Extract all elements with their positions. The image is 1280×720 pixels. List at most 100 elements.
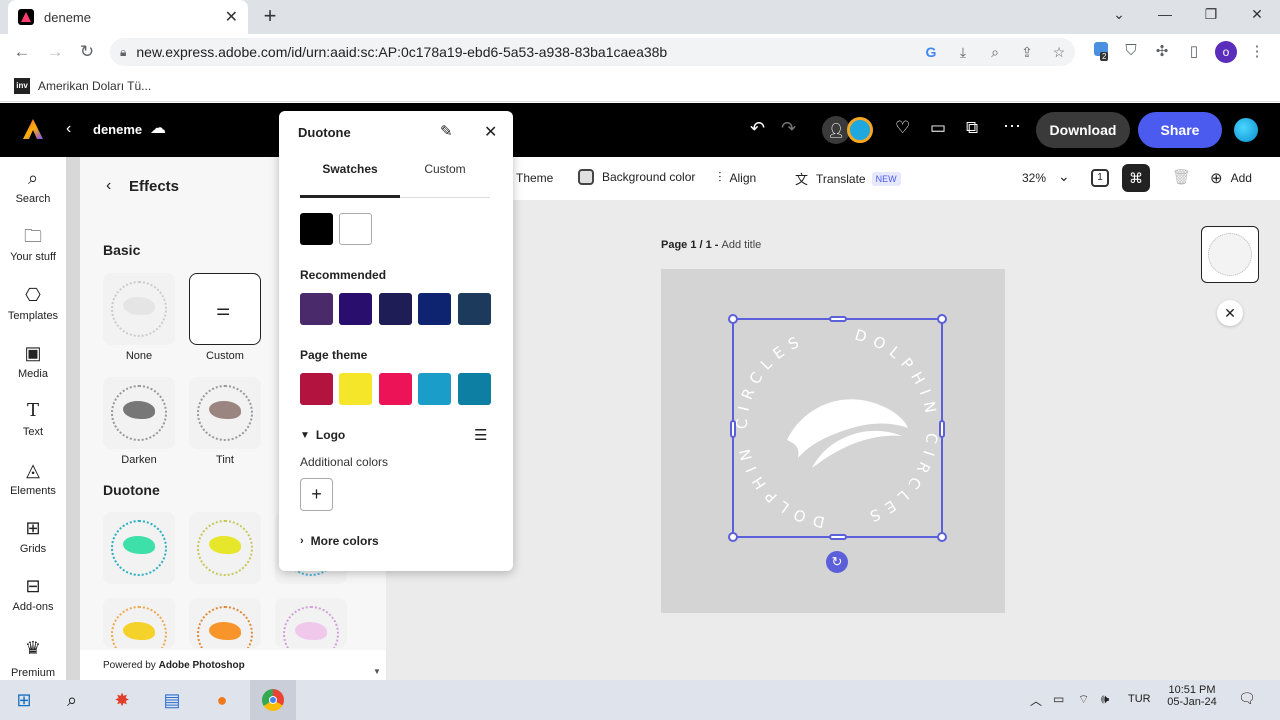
page-count-icon[interactable]: 1	[1091, 169, 1109, 187]
layout-toggle-icon[interactable]: ⌘	[1122, 164, 1150, 192]
tab-search-icon[interactable]: ⌄	[1104, 6, 1134, 28]
swatch-page-theme[interactable]	[300, 373, 333, 405]
scroll-down-icon[interactable]: ▼	[373, 667, 381, 676]
redo-icon[interactable]: ↷	[781, 118, 796, 139]
clock[interactable]: 10:51 PM 05-Jan-24	[1163, 684, 1221, 708]
resize-handle[interactable]	[939, 420, 945, 438]
eyedropper-icon[interactable]: ✎	[440, 122, 453, 140]
download-button[interactable]: Download	[1036, 112, 1130, 148]
swatch-recommended[interactable]	[458, 293, 491, 325]
swatch-page-theme[interactable]	[418, 373, 451, 405]
forward-icon[interactable]: →	[42, 39, 68, 65]
rail-premium[interactable]: ♛ Premium	[0, 637, 66, 679]
puzzle-icon[interactable]: ✣	[1151, 42, 1173, 64]
trash-icon[interactable]: 🗑︎	[1172, 168, 1191, 186]
notes-app-icon[interactable]: ▤	[158, 686, 186, 714]
resize-handle[interactable]	[829, 316, 847, 322]
swatch-page-theme[interactable]	[339, 373, 372, 405]
comment-icon[interactable]: ▭	[930, 118, 946, 138]
duotone-thumb-gold[interactable]	[103, 598, 175, 648]
swatch-page-theme[interactable]	[458, 373, 491, 405]
present-icon[interactable]: ⧉	[966, 118, 978, 138]
effects-back-icon[interactable]: ‹	[106, 177, 111, 195]
tab-close-icon[interactable]: ✕	[225, 7, 238, 27]
taskbar-search-icon[interactable]: ⌕	[58, 686, 86, 714]
lightbulb-icon[interactable]: ♡	[895, 118, 910, 138]
resize-handle[interactable]	[937, 532, 947, 542]
duotone-thumb-pink[interactable]	[275, 598, 347, 648]
resize-handle[interactable]	[937, 314, 947, 324]
zoom-icon[interactable]: ⌕	[979, 44, 1011, 61]
notifications-icon[interactable]: 🗨︎	[1238, 690, 1256, 707]
document-title[interactable]: deneme	[93, 122, 142, 137]
chrome-task-active[interactable]	[250, 680, 296, 720]
extension-icon[interactable]: 2	[1090, 42, 1112, 64]
page-thumbnail[interactable]	[1201, 226, 1259, 283]
tab-custom[interactable]: Custom	[395, 162, 495, 176]
menu-kebab-icon[interactable]: ⋮	[1246, 42, 1268, 64]
resize-handle[interactable]	[730, 420, 736, 438]
rail-media[interactable]: ▣ Media	[0, 342, 66, 380]
new-tab-button[interactable]: +	[258, 5, 282, 29]
duotone-thumb-teal[interactable]	[103, 512, 175, 584]
swatch-recommended[interactable]	[300, 293, 333, 325]
shield-extension-icon[interactable]: ⛉	[1120, 42, 1142, 64]
sidepanel-icon[interactable]: ▯	[1183, 42, 1205, 64]
logo-section-toggle[interactable]: ▼ Logo	[300, 428, 345, 442]
translate-button[interactable]: 文 Translate NEW	[795, 169, 901, 188]
firefox-icon[interactable]: ●	[208, 686, 236, 714]
undo-icon[interactable]: ↶	[750, 118, 765, 139]
back-chevron-icon[interactable]: ‹	[66, 120, 71, 138]
tray-chevron-icon[interactable]: ︿	[1030, 692, 1042, 709]
swatch-white[interactable]	[339, 213, 372, 245]
rail-your-stuff[interactable]: 🗀︎ Your stuff	[0, 225, 66, 263]
resize-handle[interactable]	[728, 532, 738, 542]
resize-handle[interactable]	[728, 314, 738, 324]
more-colors-toggle[interactable]: › More colors	[300, 534, 379, 548]
share-page-icon[interactable]: ⇪	[1011, 44, 1043, 61]
add-color-button[interactable]: +	[300, 478, 333, 511]
duotone-thumb-yellow[interactable]	[189, 512, 261, 584]
profile-avatar[interactable]: o	[1215, 41, 1237, 63]
language-indicator[interactable]: TUR	[1128, 693, 1151, 705]
rail-elements[interactable]: ◬ Elements	[0, 459, 66, 497]
google-icon[interactable]: G	[915, 44, 947, 60]
effect-none-thumb[interactable]	[103, 273, 175, 345]
selection-box[interactable]	[728, 314, 947, 542]
zoom-level[interactable]: 32%	[1022, 171, 1046, 185]
rail-text[interactable]: T Text	[0, 400, 66, 438]
share-button[interactable]: Share	[1138, 112, 1222, 148]
effect-darken-thumb[interactable]	[103, 377, 175, 449]
resize-handle[interactable]	[829, 534, 847, 540]
tab-swatches[interactable]: Swatches	[300, 162, 400, 176]
windows-start-icon[interactable]: ⊞	[10, 686, 38, 714]
app-icon[interactable]: ✸	[108, 686, 136, 714]
background-color-button[interactable]: Background color	[578, 169, 695, 185]
close-popover-icon[interactable]: ✕	[484, 122, 497, 142]
back-icon[interactable]: ←	[9, 39, 35, 65]
volume-icon[interactable]: 🕪︎	[1101, 691, 1109, 707]
theme-button[interactable]: Theme	[516, 171, 553, 185]
rail-addons[interactable]: ⊟ Add-ons	[0, 575, 66, 613]
wifi-icon[interactable]: ⌔	[1078, 692, 1089, 707]
add-page-button[interactable]: ⊕ Add	[1210, 169, 1252, 187]
reload-icon[interactable]: ↻	[74, 39, 100, 65]
user-avatar[interactable]	[1234, 118, 1258, 142]
bookmark-star-icon[interactable]: ☆	[1043, 44, 1075, 61]
duotone-thumb-orange[interactable]	[189, 598, 261, 648]
collaborator-avatar[interactable]	[847, 117, 873, 143]
panel-scrollbar[interactable]	[66, 157, 80, 680]
url-text[interactable]: new.express.adobe.com/id/urn:aaid:sc:AP:…	[136, 44, 915, 60]
align-button[interactable]: ⫶ Align	[718, 169, 756, 186]
bookmark-link[interactable]: Amerikan Doları Tü...	[38, 79, 151, 93]
rail-grids[interactable]: ⊞ Grids	[0, 517, 66, 555]
invite-icon[interactable]: 👤︎	[822, 116, 850, 144]
more-options-icon[interactable]: ⋯	[1003, 116, 1021, 137]
rail-search[interactable]: ⌕ Search	[0, 167, 66, 205]
rotate-handle-icon[interactable]: ↻	[826, 551, 848, 573]
browser-tab[interactable]: deneme ✕	[8, 0, 248, 34]
rail-templates[interactable]: ⎔ Templates	[0, 284, 66, 322]
swatch-recommended[interactable]	[379, 293, 412, 325]
address-bar[interactable]: 🔒︎ new.express.adobe.com/id/urn:aaid:sc:…	[110, 38, 1075, 66]
restore-button[interactable]: ❐	[1196, 6, 1226, 28]
